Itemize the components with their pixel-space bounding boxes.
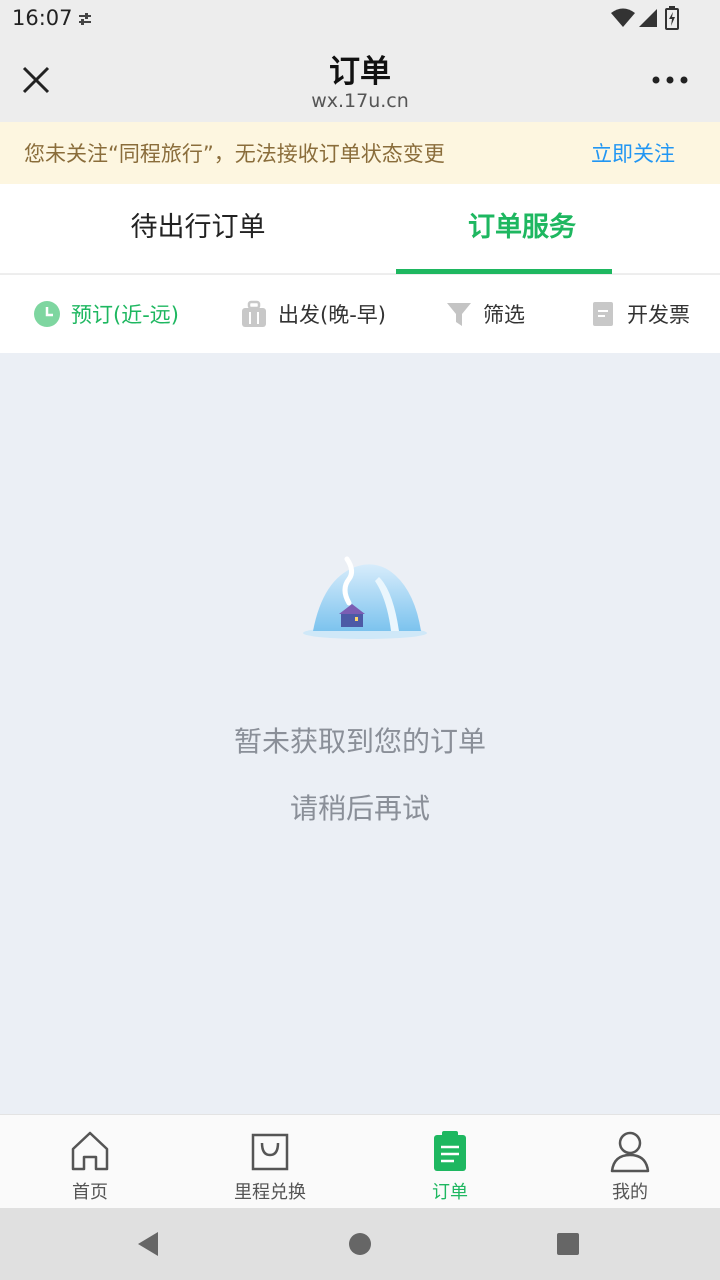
tab-label: 订单服务: [468, 212, 576, 243]
tab-label: 待出行订单: [130, 212, 266, 243]
battery-charging-icon: [665, 6, 679, 30]
filter-label: 开发票: [627, 303, 690, 327]
back-icon[interactable]: [134, 1230, 162, 1258]
wifi-icon: [611, 8, 635, 27]
luggage-icon: [242, 300, 266, 327]
status-bar: 16:07: [0, 0, 720, 36]
home-icon: [71, 1131, 109, 1171]
empty-state-subtitle: 请稍后再试: [289, 792, 430, 825]
filter-label: 出发(晚-早): [278, 303, 386, 327]
user-icon: [610, 1131, 650, 1173]
tabbar-home[interactable]: 首页: [0, 1115, 180, 1209]
system-nav-bar: [0, 1208, 720, 1280]
tabbar-label: 首页: [72, 1182, 108, 1203]
filter-label: 筛选: [483, 303, 525, 327]
follow-notice-banner: 您未关注“同程旅行”，无法接收订单状态变更 立即关注: [0, 122, 720, 184]
filter-bar: 预订(近-远) 出发(晚-早) 筛选 开发票: [0, 275, 720, 353]
cell-signal-icon: [639, 9, 657, 27]
funnel-icon: [447, 303, 471, 326]
tabbar-mileage[interactable]: 里程兑换: [180, 1115, 360, 1209]
follow-now-link[interactable]: 立即关注: [591, 138, 675, 168]
clock-icon: [34, 301, 60, 327]
bottom-tab-bar: 首页 里程兑换 订单 我的: [0, 1114, 720, 1208]
tabbar-orders[interactable]: 订单: [360, 1115, 540, 1209]
sort-booking-button[interactable]: 预订(近-远): [33, 275, 179, 353]
filter-label: 预订(近-远): [71, 303, 179, 327]
recents-square-icon[interactable]: [554, 1230, 582, 1258]
more-options-icon[interactable]: [644, 60, 696, 100]
order-clipboard-icon: [434, 1131, 466, 1171]
tab-order-service[interactable]: 订单服务: [342, 184, 702, 274]
tabbar-mine[interactable]: 我的: [540, 1115, 720, 1209]
tabbar-label: 里程兑换: [234, 1182, 306, 1203]
invoice-button[interactable]: 开发票: [589, 275, 690, 353]
order-list-area: 暂未获取到您的订单 请稍后再试: [0, 353, 720, 1114]
tab-pending-orders[interactable]: 待出行订单: [18, 184, 378, 274]
home-circle-icon[interactable]: [346, 1230, 374, 1258]
active-tab-indicator: [396, 269, 612, 274]
status-time: 16:07: [12, 6, 73, 30]
empty-state-title: 暂未获取到您的订单: [233, 725, 486, 758]
page-title: 订单: [329, 54, 391, 90]
page-domain: wx.17u.cn: [311, 90, 409, 112]
tabbar-label: 我的: [612, 1182, 648, 1203]
sort-departure-button[interactable]: 出发(晚-早): [240, 275, 386, 353]
settings-sliders-icon: [79, 13, 91, 25]
shopping-bag-icon: [251, 1133, 289, 1171]
tabbar-label: 订单: [432, 1182, 468, 1203]
title-bar: 订单 wx.17u.cn: [0, 36, 720, 122]
empty-state-illustration: [303, 556, 427, 639]
invoice-icon: [593, 302, 613, 326]
order-tabs: 待出行订单 订单服务: [0, 184, 720, 274]
filter-button[interactable]: 筛选: [445, 275, 525, 353]
follow-notice-text: 您未关注“同程旅行”，无法接收订单状态变更: [24, 142, 445, 166]
